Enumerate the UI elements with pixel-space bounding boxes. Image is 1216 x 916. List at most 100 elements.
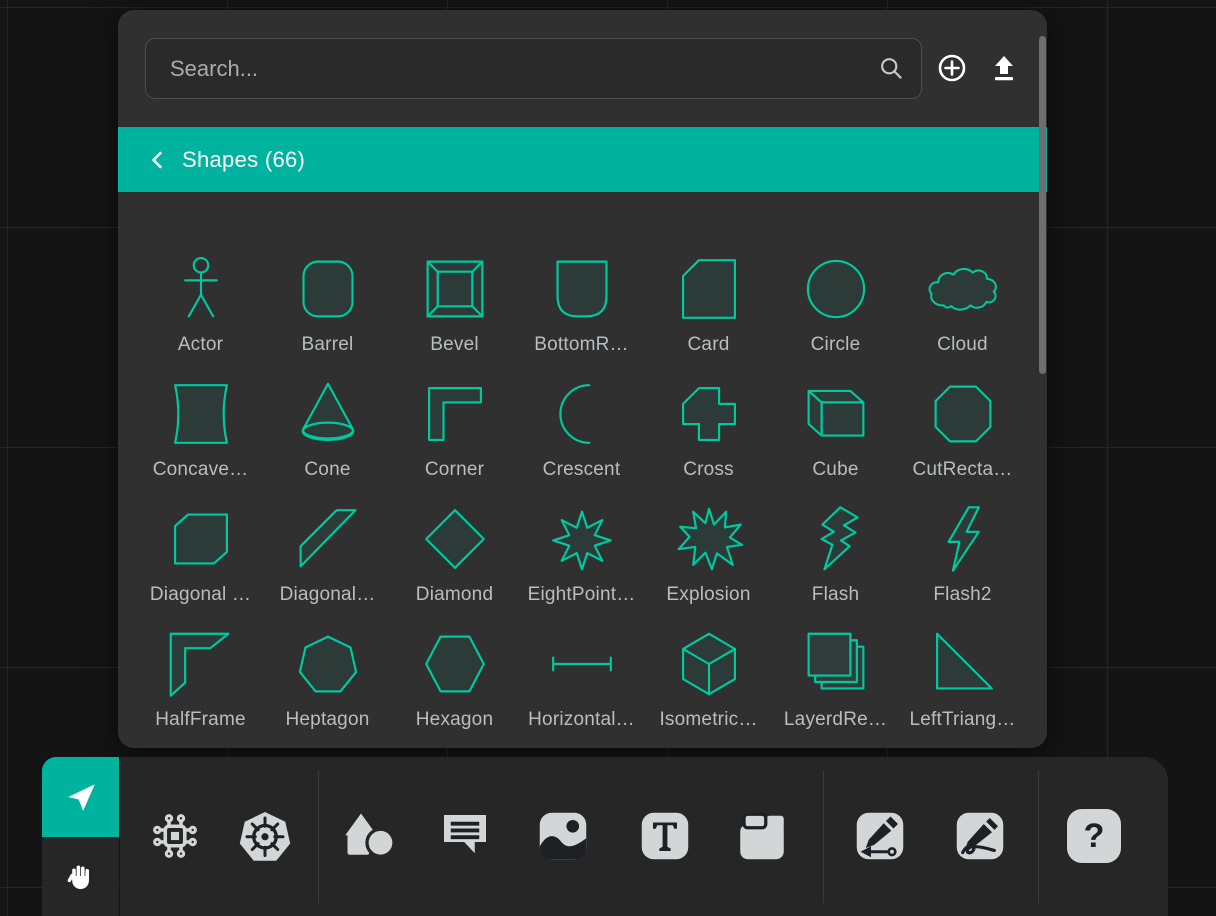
shape-item-corner[interactable]: Corner [391, 375, 518, 500]
comment-icon [438, 809, 492, 863]
shape-label: HalfFrame [155, 709, 245, 731]
shape-item-left-triangle[interactable]: LeftTriang… [899, 625, 1026, 748]
text-tool-button[interactable] [637, 808, 693, 864]
flash2-shape-icon [927, 503, 999, 575]
shape-item-actor[interactable]: Actor [137, 250, 264, 375]
scrollbar-thumb[interactable] [1039, 36, 1046, 374]
flash-shape-icon [800, 503, 872, 575]
shape-item-horizontal-line[interactable]: Horizontal… [518, 625, 645, 748]
shape-label: Horizontal… [528, 709, 635, 731]
select-tool-group [42, 757, 119, 916]
shape-item-diamond[interactable]: Diamond [391, 500, 518, 625]
shape-item-bottom-rounded[interactable]: BottomR… [518, 250, 645, 375]
shape-item-diagonal-stripe[interactable]: Diagonal… [264, 500, 391, 625]
shape-label: Concave… [153, 459, 249, 481]
explosion-shape-icon [673, 503, 745, 575]
pan-tool-button[interactable] [42, 837, 119, 916]
shape-item-cube[interactable]: Cube [772, 375, 899, 500]
note-icon [735, 809, 789, 863]
eight-point-star-shape-icon [546, 503, 618, 575]
shape-label: Flash [812, 584, 859, 606]
shape-item-diagonal-rect[interactable]: Diagonal … [137, 500, 264, 625]
image-tool-button[interactable] [535, 808, 591, 864]
shape-label: Actor [178, 334, 223, 356]
shape-label: Crescent [543, 459, 621, 481]
cross-shape-icon [673, 378, 745, 450]
diagonal-rect-shape-icon [165, 503, 237, 575]
layered-rect-shape-icon [800, 628, 872, 700]
shape-item-flash[interactable]: Flash [772, 500, 899, 625]
shape-label: LayerdRe… [784, 709, 887, 731]
shape-item-eight-point-star[interactable]: EightPoint… [518, 500, 645, 625]
shape-grid: Actor Barrel Bevel BottomR… [137, 250, 1026, 748]
add-circle-icon [936, 52, 968, 84]
shape-label: EightPoint… [528, 584, 636, 606]
shape-label: Cloud [937, 334, 988, 356]
search-box [145, 38, 922, 99]
shape-item-isometric-cube[interactable]: Isometric… [645, 625, 772, 748]
help-button[interactable]: ? [1066, 808, 1122, 864]
shapes-panel: Shapes (66) Actor Barrel Bevel [118, 10, 1047, 748]
shape-label: Flash2 [933, 584, 991, 606]
cloud-shape-icon [922, 261, 1004, 317]
horizontal-line-shape-icon [542, 628, 622, 700]
shape-item-crescent[interactable]: Crescent [518, 375, 645, 500]
search-input[interactable] [145, 38, 922, 99]
pen-tool-icon [853, 809, 907, 863]
shape-label: Cone [304, 459, 350, 481]
freehand-draw-button[interactable] [952, 808, 1008, 864]
shape-label: Diagonal… [280, 584, 376, 606]
circuit-icon [148, 809, 202, 863]
shape-item-cone[interactable]: Cone [264, 375, 391, 500]
shape-label: Cross [683, 459, 734, 481]
category-header[interactable]: Shapes (66) [118, 127, 1047, 192]
shape-item-layered-rect[interactable]: LayerdRe… [772, 625, 899, 748]
cone-shape-icon [292, 378, 364, 450]
shape-label: BottomR… [534, 334, 629, 356]
shape-label: Explosion [666, 584, 750, 606]
note-tool-button[interactable] [734, 808, 790, 864]
shape-item-flash2[interactable]: Flash2 [899, 500, 1026, 625]
left-triangle-shape-icon [927, 628, 999, 700]
shape-label: Barrel [302, 334, 354, 356]
shape-item-hexagon[interactable]: Hexagon [391, 625, 518, 748]
select-tool-button[interactable] [42, 757, 119, 837]
heptagon-shape-icon [292, 628, 364, 700]
kubernetes-icon [238, 809, 292, 863]
shape-label: Cube [812, 459, 858, 481]
shape-label: Heptagon [285, 709, 369, 731]
hand-icon [65, 860, 97, 892]
comment-tool-button[interactable] [437, 808, 493, 864]
kubernetes-tool-button[interactable] [237, 808, 293, 864]
toolbar-divider [318, 770, 319, 903]
shape-item-heptagon[interactable]: Heptagon [264, 625, 391, 748]
diagram-canvas[interactable]: { "colors":{ "canvas_bg":"#141414","grid… [0, 0, 1216, 916]
shape-label: Isometric… [659, 709, 757, 731]
shape-item-cloud[interactable]: Cloud [899, 250, 1026, 375]
add-shape-button[interactable] [934, 50, 970, 86]
image-icon [536, 809, 590, 863]
shapes-tool-button[interactable] [342, 808, 398, 864]
shape-item-concave[interactable]: Concave… [137, 375, 264, 500]
barrel-shape-icon [292, 253, 364, 325]
circuit-tool-button[interactable] [147, 808, 203, 864]
shape-item-card[interactable]: Card [645, 250, 772, 375]
concave-shape-icon [165, 378, 237, 450]
half-frame-shape-icon [165, 628, 237, 700]
shape-item-half-frame[interactable]: HalfFrame [137, 625, 264, 748]
shape-item-circle[interactable]: Circle [772, 250, 899, 375]
diamond-shape-icon [419, 503, 491, 575]
cursor-icon [64, 780, 98, 814]
upload-button[interactable] [986, 50, 1022, 86]
shape-item-cross[interactable]: Cross [645, 375, 772, 500]
actor-shape-icon [165, 253, 237, 325]
bottom-toolbar: ? [120, 757, 1168, 916]
shape-item-bevel[interactable]: Bevel [391, 250, 518, 375]
shape-item-explosion[interactable]: Explosion [645, 500, 772, 625]
shape-item-cut-rectangle[interactable]: CutRecta… [899, 375, 1026, 500]
toolbar-divider [823, 770, 824, 903]
shape-item-barrel[interactable]: Barrel [264, 250, 391, 375]
shape-label: Diagonal … [150, 584, 251, 606]
pen-tool-button[interactable] [852, 808, 908, 864]
isometric-cube-shape-icon [673, 628, 745, 700]
